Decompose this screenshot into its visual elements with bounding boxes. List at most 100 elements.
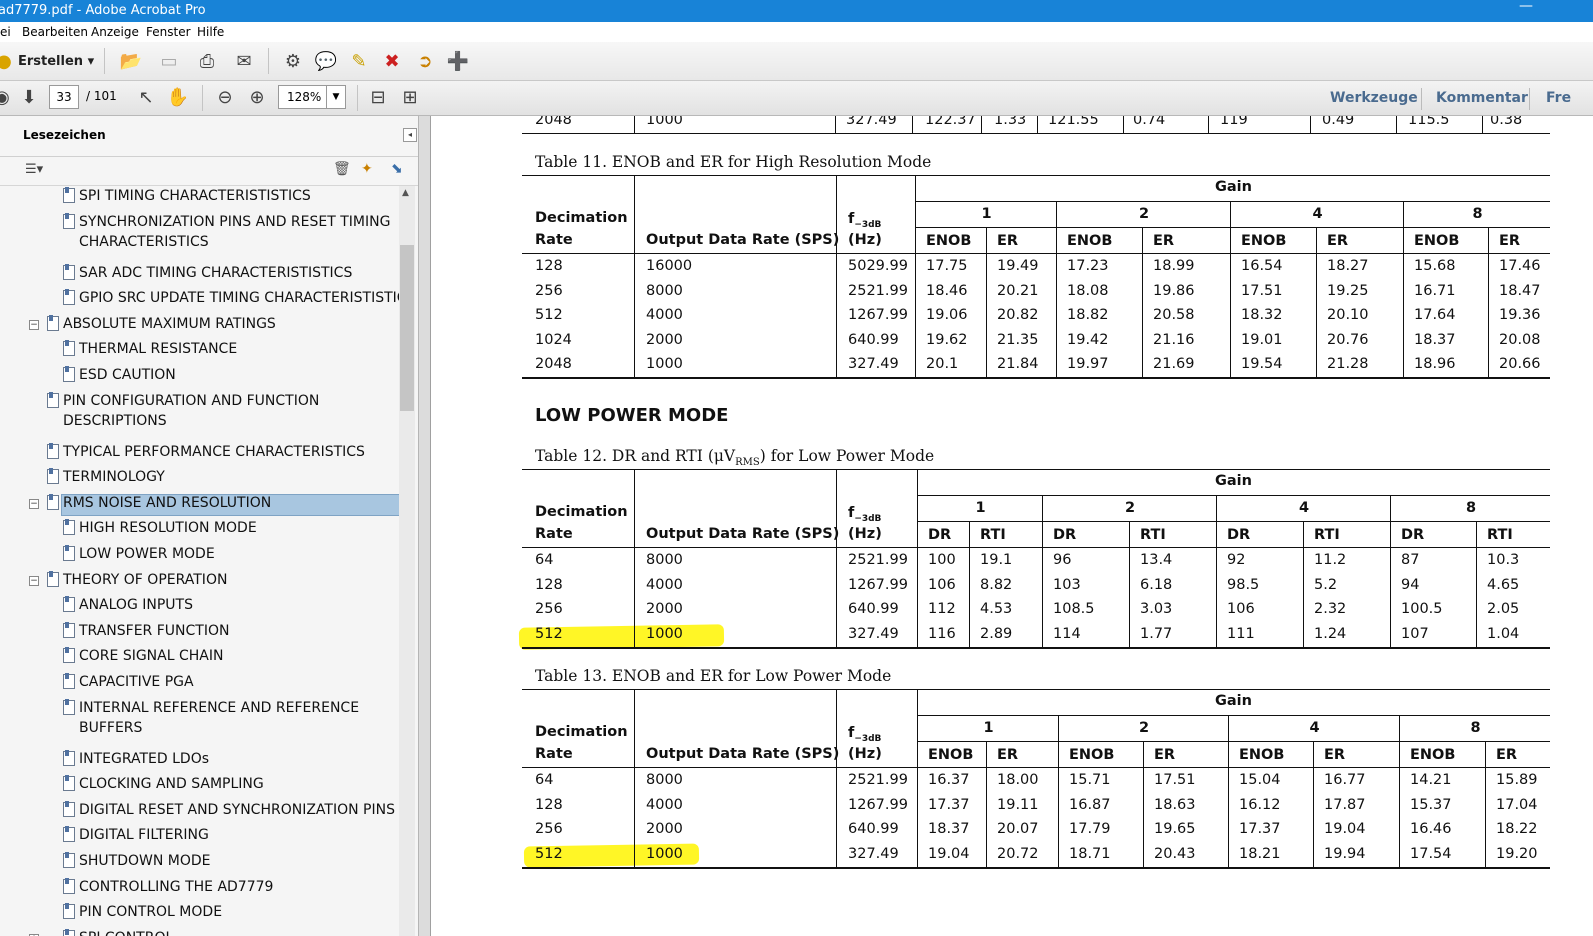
bookmark-item[interactable]: PIN CONTROL MODE xyxy=(79,902,222,922)
bookmark-item[interactable]: RMS NOISE AND RESOLUTION xyxy=(63,493,271,513)
bookmark-item[interactable]: DIGITAL FILTERING xyxy=(79,825,209,845)
bookmark-item[interactable]: INTERNAL REFERENCE AND REFERENCE BUFFERS xyxy=(79,698,359,738)
column-header: Rate xyxy=(535,526,573,542)
table-rule xyxy=(917,469,918,647)
bookmark-item[interactable]: THEORY OF OPERATION xyxy=(63,570,227,590)
email-icon[interactable]: ✉ xyxy=(232,49,256,73)
gain-value: 1 xyxy=(983,720,994,736)
table-cell: 256 xyxy=(535,282,563,299)
scrollbar-thumb[interactable] xyxy=(400,245,414,411)
page-number-input[interactable]: 33 xyxy=(49,85,79,109)
bookmark-label: TERMINOLOGY xyxy=(63,469,165,486)
expand-bookmark-icon[interactable]: ⬊ xyxy=(391,161,403,177)
bookmark-item[interactable]: THERMAL RESISTANCE xyxy=(79,339,237,359)
bookmark-item[interactable]: SHUTDOWN MODE xyxy=(79,851,211,871)
table-cell: 21.35 xyxy=(997,331,1039,348)
table-cell: 21.16 xyxy=(1153,331,1195,348)
bookmark-label-continued: CHARACTERISTICS xyxy=(79,233,209,250)
previous-page-icon[interactable]: ◉ xyxy=(0,85,14,109)
delete-page-icon[interactable]: ✖ xyxy=(380,49,404,73)
bookmark-item[interactable]: HIGH RESOLUTION MODE xyxy=(79,518,257,538)
highlight-pen-icon[interactable]: ✎ xyxy=(347,49,371,73)
share-panel-link[interactable]: Fre xyxy=(1546,90,1571,106)
bookmark-item[interactable]: ABSOLUTE MAXIMUM RATINGS xyxy=(63,314,276,334)
table-cell: 512 xyxy=(535,625,563,642)
table-cell: 19.49 xyxy=(997,258,1039,274)
hand-tool-icon[interactable]: ✋ xyxy=(166,85,190,109)
bookmark-item[interactable]: GPIO SRC UPDATE TIMING CHARACTERISTISTIC… xyxy=(79,288,399,308)
bookmark-item[interactable]: CONTROLLING THE AD7779 xyxy=(79,877,273,897)
print-icon[interactable]: ⎙ xyxy=(195,49,219,73)
new-bookmark-icon[interactable]: ✦ xyxy=(361,161,373,177)
bookmark-item[interactable]: TERMINOLOGY xyxy=(63,467,165,487)
bookmark-item[interactable]: ESD CAUTION xyxy=(79,365,176,385)
table-cell: 17.46 xyxy=(1499,258,1541,274)
table-rule xyxy=(986,741,987,867)
table-cell: 107 xyxy=(1401,625,1429,642)
minimize-button[interactable]: — xyxy=(1519,0,1533,14)
zoom-out-icon[interactable]: ⊖ xyxy=(213,85,237,109)
table-cell: 20.58 xyxy=(1153,307,1195,324)
table-cell: 19.04 xyxy=(928,845,970,862)
save-icon[interactable]: ▭ xyxy=(157,49,181,73)
fit-width-icon[interactable]: ⊞ xyxy=(398,85,422,109)
create-icon[interactable]: ● xyxy=(0,49,16,73)
bookmark-icon xyxy=(47,468,59,485)
table-cell: 112 xyxy=(928,601,956,618)
bookmark-icon xyxy=(63,263,75,280)
table-cell: 19.01 xyxy=(1241,331,1283,348)
bookmark-item[interactable]: CAPACITIVE PGA xyxy=(79,672,194,692)
bookmark-item[interactable]: TRANSFER FUNCTION xyxy=(79,621,229,641)
zoom-select[interactable]: 128% ▼ xyxy=(278,85,346,109)
menu-item-edit[interactable]: Bearbeiten xyxy=(22,25,88,39)
menu-item-view[interactable]: Anzeige xyxy=(91,25,139,39)
gain-header: Gain xyxy=(1215,179,1252,195)
table-cell: 256 xyxy=(535,821,563,838)
collapse-icon[interactable]: − xyxy=(29,319,39,330)
bookmark-item[interactable]: CLOCKING AND SAMPLING xyxy=(79,774,264,794)
gain-value: 8 xyxy=(1472,206,1483,222)
bookmark-item[interactable]: PIN CONFIGURATION AND FUNCTION DESCRIPTIO… xyxy=(63,391,319,431)
menu-item-window[interactable]: Fenster xyxy=(146,25,191,39)
menu-item-file[interactable]: ei xyxy=(0,25,11,39)
comment-bubble-icon[interactable]: 💬 xyxy=(314,49,338,73)
gain-value: 4 xyxy=(1312,206,1323,222)
bookmark-item[interactable]: DIGITAL RESET AND SYNCHRONIZATION PINS xyxy=(79,800,395,820)
table-cell: 21.28 xyxy=(1327,356,1369,373)
trash-icon[interactable]: 🗑 xyxy=(333,161,351,177)
select-tool-icon[interactable]: ↖ xyxy=(134,85,158,109)
bookmark-item[interactable]: SPI CONTROL xyxy=(79,928,173,936)
bookmark-icon xyxy=(47,570,59,587)
table-cell: 21.84 xyxy=(997,356,1039,373)
table-rule xyxy=(1129,521,1130,647)
bookmark-item[interactable]: INTEGRATED LDOs xyxy=(79,749,209,769)
open-folder-icon[interactable]: 📂 xyxy=(119,49,143,73)
tools-panel-link[interactable]: Werkzeuge xyxy=(1330,90,1418,106)
create-button[interactable]: Erstellen ▾ xyxy=(18,54,94,69)
table-cell: 16.87 xyxy=(1069,796,1111,813)
chevron-down-icon[interactable]: ▼ xyxy=(326,86,345,108)
bookmark-item[interactable]: LOW POWER MODE xyxy=(79,544,215,564)
bookmark-item[interactable]: SPI TIMING CHARACTERISTISTICS xyxy=(79,186,311,206)
zoom-in-icon[interactable]: ⊕ xyxy=(245,85,269,109)
bookmark-item[interactable]: CORE SIGNAL CHAIN xyxy=(79,646,223,666)
bookmark-item[interactable]: SAR ADC TIMING CHARACTERISTISTICS xyxy=(79,263,352,283)
comment-panel-link[interactable]: Kommentar xyxy=(1436,90,1528,106)
caption-subscript: RMS xyxy=(735,457,760,469)
fit-page-icon[interactable]: ⊟ xyxy=(366,85,390,109)
collapse-icon[interactable]: − xyxy=(29,498,39,509)
panel-splitter[interactable] xyxy=(419,116,431,936)
next-page-icon[interactable]: ⬇ xyxy=(17,85,41,109)
scroll-up-icon[interactable]: ▲ xyxy=(402,188,409,198)
bookmark-icon xyxy=(63,212,75,229)
settings-gear-icon[interactable]: ⚙ xyxy=(281,49,305,73)
options-menu-icon[interactable]: ☰▾ xyxy=(25,162,43,177)
bookmark-item[interactable]: SYNCHRONIZATION PINS AND RESET TIMING CHA… xyxy=(79,212,390,252)
bookmark-item[interactable]: TYPICAL PERFORMANCE CHARACTERISTICS xyxy=(63,442,365,462)
collapse-panel-icon[interactable]: ◂ xyxy=(403,128,417,142)
bookmark-item[interactable]: ANALOG INPUTS xyxy=(79,595,193,615)
menu-item-help[interactable]: Hilfe xyxy=(197,25,224,39)
collapse-icon[interactable]: − xyxy=(29,575,39,586)
export-page-icon[interactable]: ➲ xyxy=(413,49,437,73)
insert-page-icon[interactable]: ➕ xyxy=(446,49,470,73)
